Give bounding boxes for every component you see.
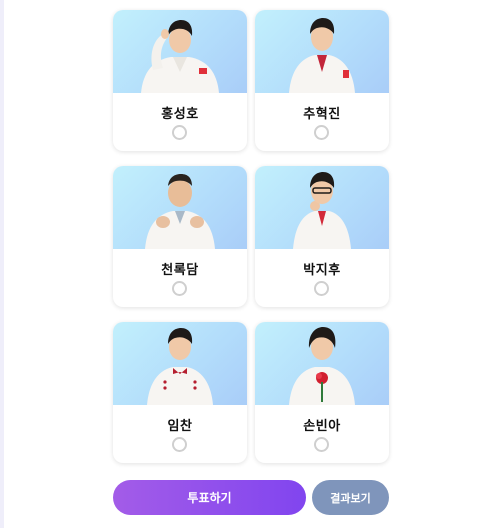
candidate-name: 손빈아 (303, 419, 341, 434)
candidate-photo (113, 10, 247, 93)
candidate-photo (255, 322, 389, 405)
candidate-photo (113, 166, 247, 249)
candidate-radio[interactable] (314, 281, 329, 296)
candidate-photo-icon (289, 327, 355, 405)
candidate-radio[interactable] (314, 437, 329, 452)
candidate-name: 천록담 (161, 263, 199, 278)
candidate-photo-icon (147, 328, 213, 405)
candidate-card[interactable]: 추혁진 (255, 10, 389, 151)
candidate-card[interactable]: 천록담 (113, 166, 247, 307)
candidate-photo-icon (289, 18, 355, 93)
candidate-card[interactable]: 손빈아 (255, 322, 389, 463)
candidate-photo-icon (145, 174, 215, 249)
candidate-card[interactable]: 임찬 (113, 322, 247, 463)
candidate-radio[interactable] (314, 125, 329, 140)
candidate-photo-icon (293, 172, 351, 249)
candidate-card[interactable]: 홍성호 (113, 10, 247, 151)
candidate-photo (255, 10, 389, 93)
candidate-name: 박지후 (303, 263, 341, 278)
candidate-radio[interactable] (172, 281, 187, 296)
results-button[interactable]: 결과보기 (312, 480, 389, 515)
candidate-photo-icon (141, 20, 219, 93)
candidate-name: 홍성호 (161, 107, 199, 122)
candidate-photo (113, 322, 247, 405)
candidate-photo (255, 166, 389, 249)
vote-button[interactable]: 투표하기 (113, 480, 306, 515)
left-rail (0, 0, 4, 528)
candidate-name: 추혁진 (303, 107, 341, 122)
action-bar: 투표하기 결과보기 (113, 480, 389, 515)
candidate-radio[interactable] (172, 125, 187, 140)
candidate-name: 임찬 (167, 419, 193, 434)
candidate-card[interactable]: 박지후 (255, 166, 389, 307)
candidate-radio[interactable] (172, 437, 187, 452)
candidate-grid: 홍성호 추혁진 천록담 박지후 임찬 손빈아 (113, 10, 389, 463)
